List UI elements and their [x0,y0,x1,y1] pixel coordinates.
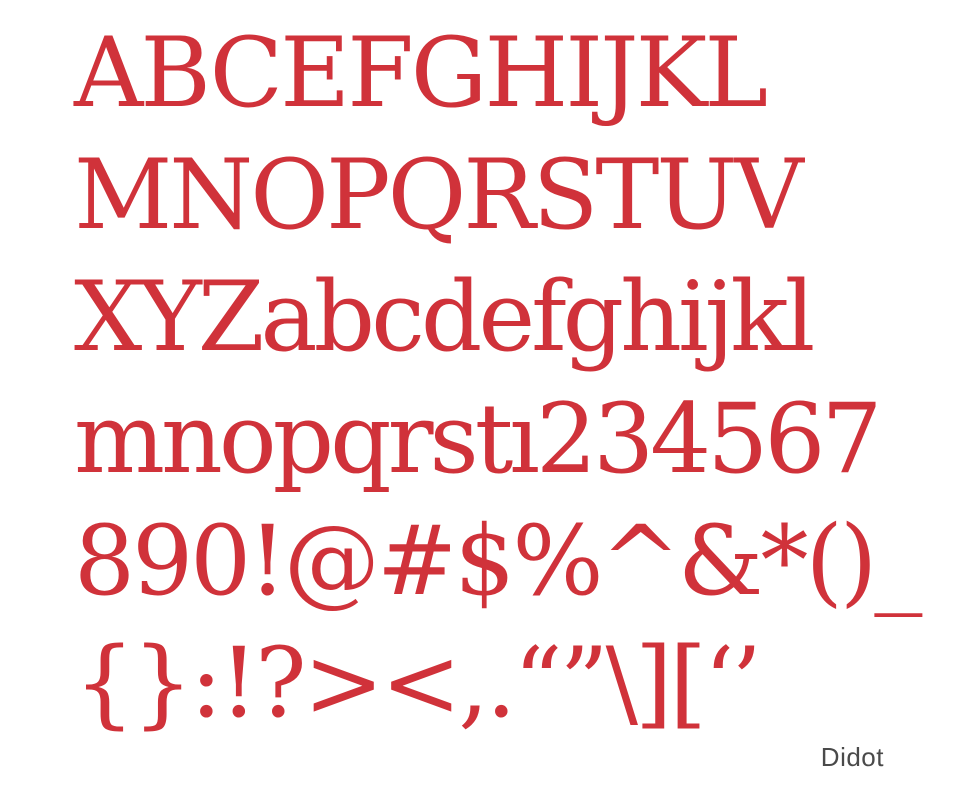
glyph-line-lowercase-digits: mnopqrstı234567 [74,383,882,495]
glyph-specimen: ABCEFGHIJKL MNOPQRSTUV XYZabcdefghijkl m… [74,12,922,744]
glyph-line-uppercase-1: ABCEFGHIJKL [74,17,768,129]
glyph-line-punctuation: {}:!?><,.“”\][‘’ [74,627,762,739]
glyph-line-uppercase-2: MNOPQRSTUV [74,139,804,251]
font-name-caption: Didot [820,742,884,772]
glyph-line-digits-symbols: 890!@#$%^&*()_ [74,505,922,617]
glyph-line-mixed: XYZabcdefghijkl [74,261,815,373]
